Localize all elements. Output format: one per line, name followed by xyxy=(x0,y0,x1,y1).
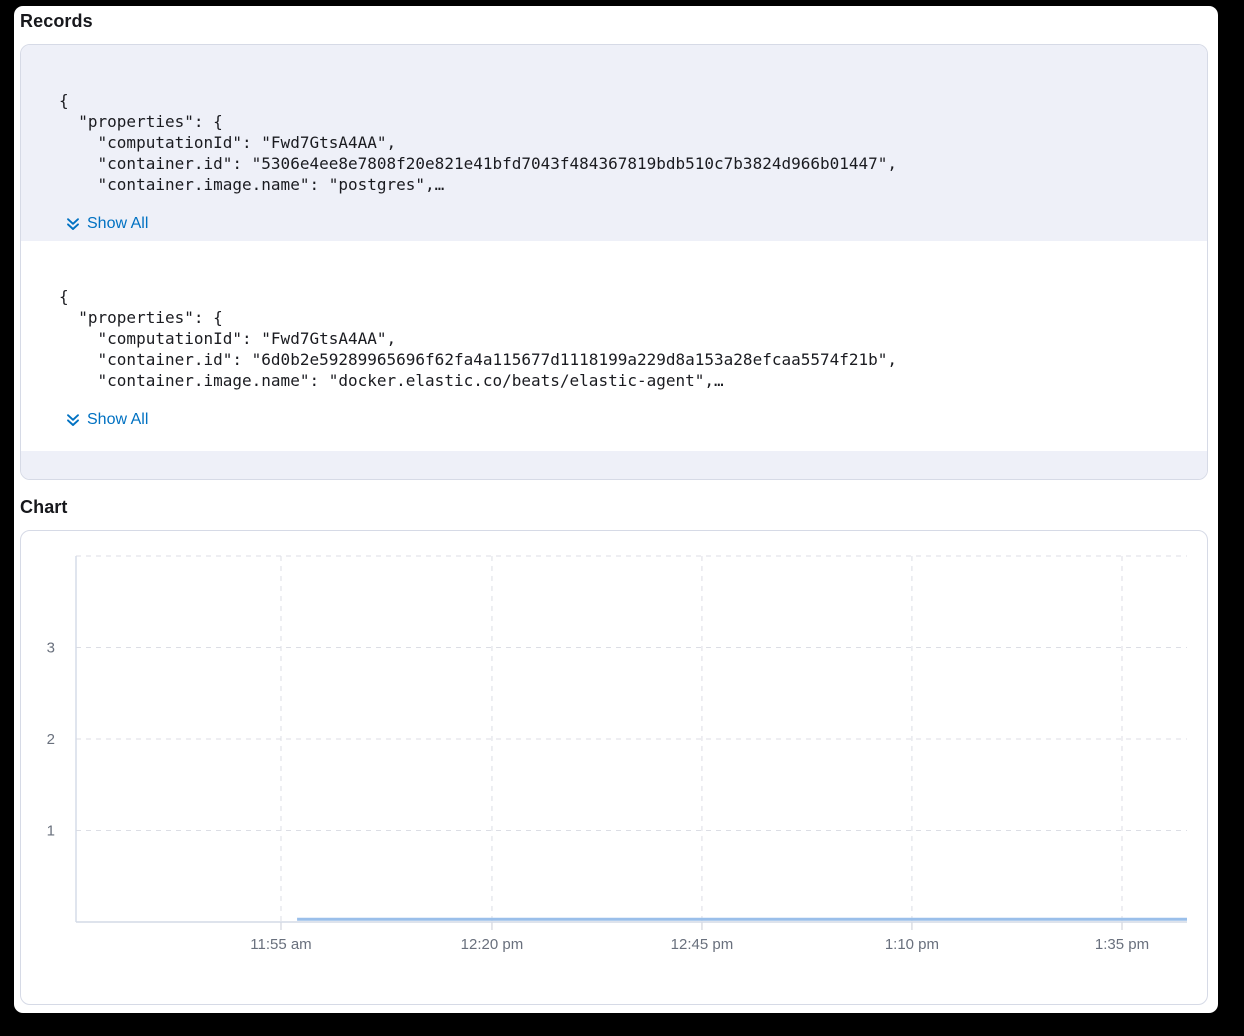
show-all-link[interactable]: Show All xyxy=(65,213,148,234)
record-row: { "properties": { "computationId": "Fwd7… xyxy=(21,45,1207,241)
svg-text:1: 1 xyxy=(47,823,55,840)
svg-text:2: 2 xyxy=(47,731,55,748)
record-row: { "properties": { "computationId": "Fwd7… xyxy=(21,241,1207,451)
records-section-title: Records xyxy=(20,10,1210,32)
record-row-partial xyxy=(21,451,1207,479)
svg-text:1:10 pm: 1:10 pm xyxy=(885,936,939,953)
double-chevron-down-icon xyxy=(65,412,81,428)
svg-text:12:20 pm: 12:20 pm xyxy=(461,936,524,953)
app-window: Records { "properties": { "computationId… xyxy=(14,6,1218,1013)
svg-text:1:35 pm: 1:35 pm xyxy=(1095,936,1149,953)
chart-section-title: Chart xyxy=(20,496,1210,518)
records-panel: { "properties": { "computationId": "Fwd7… xyxy=(20,44,1208,480)
chart-svg: 11:55 am 12:20 pm 12:45 pm 1:10 pm 1:35 pm 1 2… xyxy=(21,531,1207,1004)
chart-panel: 11:55 am 12:20 pm 12:45 pm 1:10 pm 1:35 pm 1 2… xyxy=(20,530,1208,1005)
svg-text:11:55 am: 11:55 am xyxy=(250,936,311,953)
double-chevron-down-icon xyxy=(65,216,81,232)
show-all-label: Show All xyxy=(87,409,148,430)
show-all-label: Show All xyxy=(87,213,148,234)
svg-text:3: 3 xyxy=(47,640,55,657)
record-json: { "properties": { "computationId": "Fwd7… xyxy=(59,90,1183,195)
record-json: { "properties": { "computationId": "Fwd7… xyxy=(59,286,1183,391)
svg-text:12:45 pm: 12:45 pm xyxy=(671,936,734,953)
show-all-link[interactable]: Show All xyxy=(65,409,148,430)
